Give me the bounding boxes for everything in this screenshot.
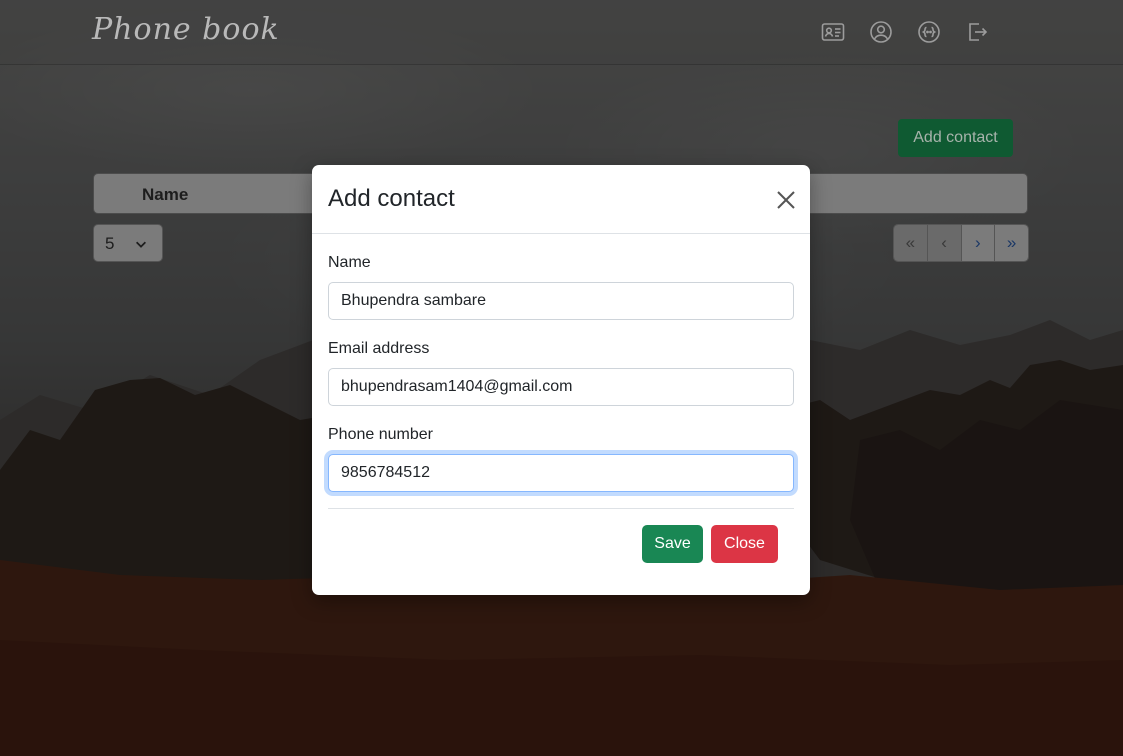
logout-icon[interactable] [965,20,989,44]
phone-input[interactable] [328,454,794,492]
phone-label: Phone number [328,426,433,443]
next-page-button[interactable]: › [961,225,996,261]
pagination: « ‹ › » [893,224,1029,262]
modal-header: Add contact [312,165,810,234]
first-page-button[interactable]: « [894,225,928,261]
add-contact-button[interactable]: Add contact [898,119,1013,157]
email-label: Email address [328,340,430,357]
add-contact-modal: Add contact Name Email address Phone num… [312,165,810,595]
brand-logo[interactable]: Phone book [92,12,280,47]
column-header-name[interactable]: Name [142,185,188,205]
last-page-button[interactable]: » [995,225,1028,261]
email-input[interactable] [328,368,794,406]
save-button[interactable]: Save [642,525,703,563]
api-icon[interactable] [917,20,941,44]
page-size-value: 5 [105,234,115,253]
prev-page-button[interactable]: ‹ [927,225,962,261]
name-label: Name [328,254,371,271]
chevron-down-icon [136,241,146,248]
page-size-select[interactable]: 5 [93,224,163,262]
modal-divider [328,508,794,509]
name-input[interactable] [328,282,794,320]
modal-title: Add contact [328,185,455,212]
close-icon[interactable] [775,189,797,211]
contact-card-icon[interactable] [821,20,845,44]
user-circle-icon[interactable] [869,20,893,44]
nav-icons [821,20,989,44]
close-button[interactable]: Close [711,525,778,563]
navbar: Phone book [0,0,1123,65]
